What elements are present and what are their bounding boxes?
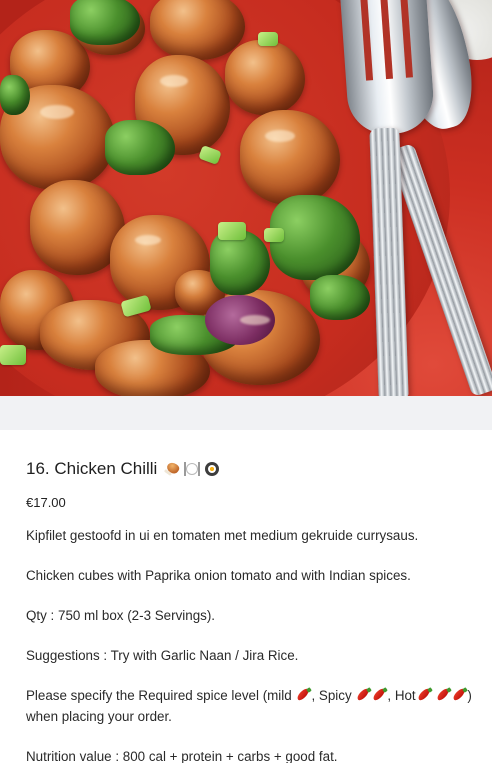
chili-pepper-icon xyxy=(451,687,467,702)
quantity-info: Qty : 750 ml box (2-3 Servings). xyxy=(26,608,216,623)
sauce-highlight xyxy=(135,235,161,245)
chili-pepper-icon xyxy=(355,687,371,702)
fork xyxy=(340,0,436,137)
title-row: 16. Chicken Chilli xyxy=(26,458,476,480)
pan-egg-icon xyxy=(203,460,221,478)
fork-tine-gap xyxy=(359,0,374,81)
chili-pepper-icon xyxy=(435,687,451,702)
fork-tine-gap xyxy=(379,0,394,80)
description-dutch: Kipfilet gestoofd in ui en tomaten met m… xyxy=(26,528,419,543)
spice-intro: Please specify the Required spice level … xyxy=(26,688,292,703)
product-detail-page: 16. Chicken Chilli €17.00 Kipfilet gesto… xyxy=(0,0,492,763)
scallion xyxy=(258,32,278,46)
suggestions-info: Suggestions : Try with Garlic Naan / Jir… xyxy=(26,648,299,663)
spice-level-info: Please specify the Required spice level … xyxy=(26,685,476,727)
title-emoji-group xyxy=(163,460,221,478)
chili-pepper-icon xyxy=(416,687,432,702)
description-english: Chicken cubes with Paprika onion tomato … xyxy=(26,568,411,583)
product-title: 16. Chicken Chilli xyxy=(26,459,158,478)
sauce-highlight xyxy=(160,75,188,87)
product-photo xyxy=(0,0,492,396)
nutrition-info: Nutrition value : 800 cal + protein + ca… xyxy=(26,749,338,763)
scallion xyxy=(0,345,26,365)
green-pepper xyxy=(105,120,175,175)
scallion xyxy=(218,222,246,240)
chicken-piece xyxy=(225,40,305,115)
chili-pepper-icon xyxy=(295,687,311,702)
fork-tine-gap xyxy=(399,0,413,78)
drumstick-icon xyxy=(163,460,181,478)
product-details: 16. Chicken Chilli €17.00 Kipfilet gesto… xyxy=(26,430,476,763)
green-pepper xyxy=(70,0,140,45)
sauce-highlight xyxy=(240,315,270,325)
product-price: €17.00 xyxy=(26,495,66,510)
spice-hot-label: , Hot xyxy=(387,688,416,703)
scallion xyxy=(264,228,284,242)
chili-pepper-icon xyxy=(371,687,387,702)
chicken-piece xyxy=(240,110,340,205)
separator-band xyxy=(0,396,492,430)
green-pepper xyxy=(0,75,30,115)
green-pepper xyxy=(310,275,370,320)
spice-spicy-label: , Spicy xyxy=(311,688,352,703)
sauce-highlight xyxy=(265,130,295,142)
plate-cutlery-icon xyxy=(183,460,202,478)
sauce-highlight xyxy=(40,105,74,119)
